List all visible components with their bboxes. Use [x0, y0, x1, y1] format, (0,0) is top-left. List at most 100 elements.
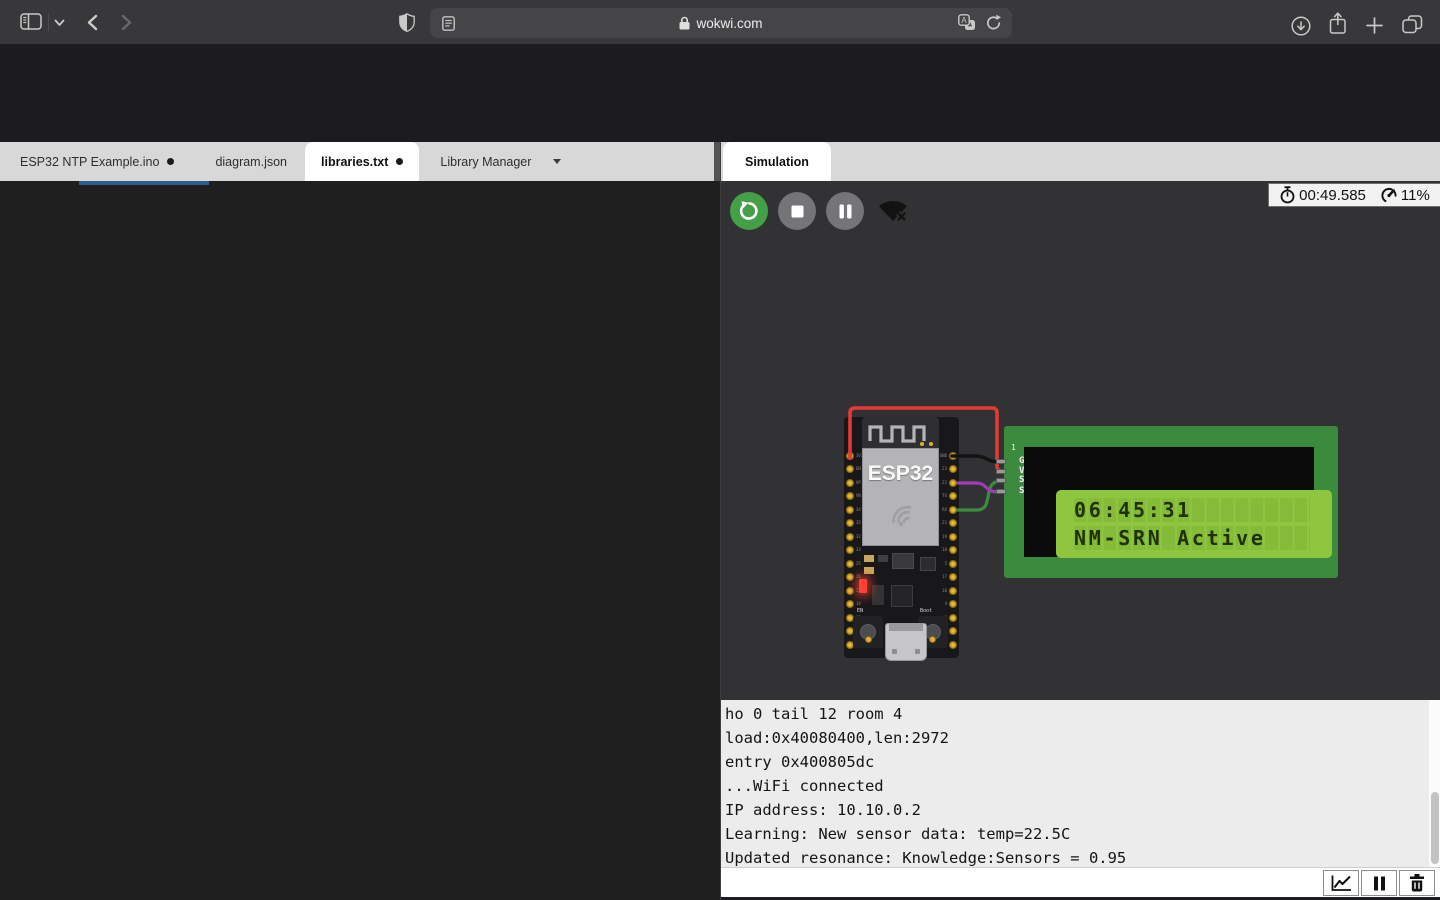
pin-hole[interactable] — [846, 479, 854, 487]
browser-toolbar: wokwi.com A — [0, 0, 1440, 44]
tab-label: Simulation — [745, 155, 809, 169]
modified-dot — [167, 158, 174, 165]
pin-hole[interactable] — [949, 519, 957, 527]
wifi-off-icon[interactable] — [878, 198, 909, 230]
lcd-text-line2: NM-SRN Active — [1074, 526, 1266, 550]
reload-icon[interactable] — [985, 14, 1002, 31]
smd-component — [864, 567, 874, 574]
modified-dot — [396, 158, 403, 165]
pin-hole[interactable] — [846, 600, 854, 608]
pin-label: VN — [856, 494, 861, 498]
restart-simulation-button[interactable] — [730, 192, 768, 230]
pin-label: 32 — [856, 535, 861, 539]
lcd-pin-sda[interactable] — [996, 478, 1006, 483]
pin-label: VP — [856, 481, 861, 485]
editor-panel: ESP32 NTP Example.ino diagram.json libra… — [0, 142, 720, 900]
downloads-icon[interactable] — [1291, 16, 1311, 36]
pin-label: 18 — [942, 548, 947, 552]
esp32-board[interactable]: ESP32 3V3ENVPVN343532332526271412GND13 G… — [844, 417, 959, 658]
tab-libraries-txt[interactable]: libraries.txt — [305, 142, 419, 181]
pause-simulation-button[interactable] — [826, 192, 864, 230]
pin-hole[interactable] — [846, 573, 854, 581]
clear-output-button[interactable] — [1399, 870, 1435, 896]
tab-simulation[interactable]: Simulation — [723, 142, 831, 181]
back-button-icon[interactable] — [86, 14, 99, 31]
pin-hole[interactable] — [949, 465, 957, 473]
tab-esp32-ntp-example[interactable]: ESP32 NTP Example.ino — [0, 142, 197, 181]
pin-hole[interactable] — [949, 546, 957, 554]
url-text[interactable]: wokwi.com — [696, 16, 762, 31]
share-icon[interactable] — [1329, 12, 1347, 35]
tab-diagram-json[interactable]: diagram.json — [197, 142, 305, 181]
pin-label: TX — [942, 494, 947, 498]
plotter-button[interactable] — [1323, 870, 1359, 896]
serial-input-bar[interactable] — [721, 867, 1440, 897]
pin-label: 4 — [945, 602, 947, 606]
pin-label: 35 — [856, 521, 861, 525]
pin-hole[interactable] — [949, 627, 957, 635]
smd-component — [872, 585, 884, 605]
performance-indicator: 00:49.585 11% — [1268, 183, 1440, 207]
pin-label: 5 — [945, 562, 947, 566]
pin-hole[interactable] — [949, 479, 957, 487]
pin-hole[interactable] — [949, 560, 957, 568]
stop-icon — [791, 205, 804, 218]
simulation-tabbar: Simulation — [721, 142, 1440, 181]
voltage-regulator — [892, 553, 914, 569]
pin-hole[interactable] — [949, 452, 957, 460]
pin-hole[interactable] — [846, 519, 854, 527]
pause-output-button[interactable] — [1361, 870, 1397, 896]
lcd-pin-vcc[interactable] — [996, 469, 1006, 474]
smd-component — [920, 557, 936, 571]
stop-simulation-button[interactable] — [778, 192, 816, 230]
sidebar-toggle-icon[interactable] — [20, 13, 42, 30]
pin-hole[interactable] — [949, 506, 957, 514]
pin-hole[interactable] — [949, 600, 957, 608]
pin-hole[interactable] — [846, 492, 854, 500]
lcd-pin-gnd[interactable] — [996, 459, 1006, 464]
boot-button-label: Boot — [920, 608, 932, 614]
pin-label: GND — [940, 454, 947, 458]
pin-hole[interactable] — [949, 533, 957, 541]
pin-hole[interactable] — [949, 492, 957, 500]
page-header-area — [0, 44, 1440, 142]
pin-hole[interactable] — [846, 452, 854, 460]
pin-hole[interactable] — [949, 641, 957, 649]
pin-hole[interactable] — [949, 573, 957, 581]
stopwatch-icon — [1279, 186, 1296, 204]
tab-overview-icon[interactable] — [1402, 15, 1423, 34]
new-tab-icon[interactable] — [1366, 17, 1383, 34]
svg-text:A: A — [961, 16, 967, 25]
pin-label: 23 — [942, 467, 947, 471]
serial-line: load:0x40080400,len:2972 — [725, 726, 1440, 750]
forward-button-icon[interactable] — [120, 14, 133, 31]
serial-line: Learning: New sensor data: temp=22.5C — [725, 822, 1440, 846]
pin-hole[interactable] — [949, 587, 957, 595]
pin-label: RX — [942, 508, 947, 512]
board-screw — [865, 636, 872, 643]
pin-label: 34 — [856, 508, 861, 512]
translate-icon[interactable]: A — [958, 14, 976, 31]
pin-hole[interactable] — [846, 533, 854, 541]
address-bar[interactable]: wokwi.com A — [430, 8, 1012, 38]
chevron-down-icon — [553, 159, 561, 164]
wire-sda[interactable] — [958, 481, 1009, 510]
sidebar-chevron-down-icon[interactable] — [54, 19, 65, 27]
lcd-pin-scl[interactable] — [996, 489, 1006, 494]
pin-hole[interactable] — [846, 560, 854, 568]
pin-hole[interactable] — [846, 587, 854, 595]
editor-highlight-bar — [79, 181, 209, 185]
esp32-antenna — [862, 417, 939, 448]
serial-scrollbar-thumb[interactable] — [1431, 792, 1439, 864]
pin-hole[interactable] — [846, 506, 854, 514]
tab-library-manager[interactable]: Library Manager — [419, 142, 582, 181]
serial-monitor-output[interactable]: ho 0 tail 12 room 4 load:0x40080400,len:… — [721, 700, 1440, 867]
privacy-shield-icon[interactable] — [399, 13, 415, 32]
pin-hole[interactable] — [949, 614, 957, 622]
lcd1602-module[interactable]: 1 GND VCC SDA SCL 06:45:31 NM-SRN Active — [1004, 426, 1338, 578]
serial-scrollbar[interactable] — [1429, 700, 1440, 867]
en-button[interactable] — [853, 616, 883, 648]
pin-label: 3V3 — [856, 454, 863, 458]
pin-hole[interactable] — [846, 465, 854, 473]
pin-hole[interactable] — [846, 546, 854, 554]
